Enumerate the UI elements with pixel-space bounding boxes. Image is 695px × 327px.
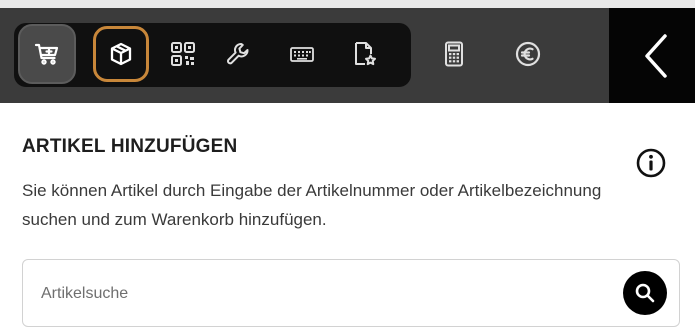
chevron-left-icon (645, 34, 667, 78)
search-input[interactable] (39, 274, 603, 314)
box-icon (110, 42, 132, 66)
section-description: Sie können Artikel durch Eingabe der Art… (22, 181, 602, 229)
section-title: ARTIKEL HINZUFÜGEN (22, 136, 238, 157)
back-button[interactable] (636, 30, 676, 82)
document-button[interactable] (338, 27, 390, 81)
cart-button[interactable] (18, 24, 76, 84)
multi-article-button[interactable] (157, 27, 209, 81)
calculator-icon (445, 41, 463, 67)
search-icon (635, 283, 655, 303)
keyboard-button[interactable] (276, 27, 328, 81)
cart-icon (34, 43, 59, 65)
euro-icon (515, 41, 541, 67)
search-button[interactable] (623, 271, 667, 315)
top-strip (0, 0, 695, 8)
wrench-icon (227, 43, 249, 65)
search-box (22, 259, 680, 327)
info-button[interactable] (634, 146, 668, 180)
document-star-icon (355, 42, 376, 66)
prices-button[interactable] (502, 27, 554, 81)
tools-button[interactable] (212, 27, 264, 81)
info-icon (636, 148, 666, 178)
calculator-button[interactable] (428, 27, 480, 81)
multi-box-icon (171, 42, 195, 66)
add-article-button[interactable] (93, 26, 149, 82)
keyboard-icon (290, 47, 314, 62)
